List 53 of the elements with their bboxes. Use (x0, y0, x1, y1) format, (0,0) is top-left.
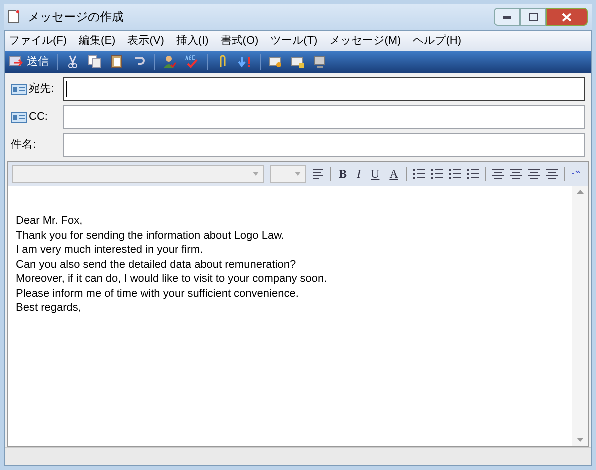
menu-item[interactable]: 書式(O) (220, 32, 259, 50)
body-line: Please inform me of time with your sufficient convenience. (16, 286, 300, 301)
body-line: Best regards, (16, 301, 82, 316)
field-label: 宛先: (29, 82, 54, 97)
minimize-icon (503, 16, 511, 18)
body-line: Can you also send the detailed data about remuneration? (16, 258, 298, 272)
scissors-icon[interactable] (66, 55, 80, 69)
menu-item[interactable]: ヘルプ(H) (413, 32, 462, 50)
close-icon (562, 12, 572, 22)
scroll-down-icon[interactable] (576, 438, 584, 442)
format-button[interactable]: I (355, 165, 364, 183)
align-center-icon[interactable] (510, 168, 522, 180)
scrollbar[interactable] (572, 186, 588, 446)
contact-card-icon[interactable] (11, 84, 27, 94)
close-button[interactable] (546, 8, 588, 26)
envelope-icon[interactable] (269, 55, 283, 69)
document-icon (8, 10, 20, 24)
bullet-list-icon[interactable] (431, 168, 444, 180)
contact-card-icon[interactable] (11, 112, 27, 122)
address-field[interactable] (63, 77, 585, 101)
body-line: Thank you for sending the information about Logo Law. (16, 228, 286, 243)
person-check-icon[interactable] (163, 55, 177, 69)
format-button[interactable]: U (369, 165, 382, 183)
menu-item[interactable]: ファイル(F) (9, 32, 68, 50)
spelling-check-icon[interactable] (185, 55, 199, 69)
send-icon (9, 56, 23, 68)
menu-item[interactable]: 挿入(I) (176, 32, 209, 50)
paragraph-style-icon[interactable] (312, 168, 324, 180)
maximize-icon (528, 13, 538, 21)
computer-icon[interactable] (313, 55, 327, 69)
field-label: 件名: (11, 138, 36, 153)
field-label: CC: (29, 110, 48, 125)
send-button[interactable]: 送信 (9, 54, 58, 70)
format-button[interactable]: B (337, 165, 350, 183)
body-line: Moreover, if it can do, I would like to visit to your company soon. (16, 272, 328, 286)
maximize-button[interactable] (520, 8, 546, 26)
address-field[interactable] (63, 133, 585, 157)
body-line: Dear Mr. Fox, (16, 214, 84, 228)
address-field[interactable] (63, 105, 585, 129)
menu-item[interactable]: ツール(T) (270, 32, 318, 50)
clipboard-icon[interactable] (110, 55, 124, 69)
caret-icon (253, 172, 259, 176)
caret-icon (295, 172, 301, 176)
menu-item[interactable]: 編集(E) (79, 32, 116, 50)
scroll-up-icon[interactable] (576, 190, 584, 194)
menu-item[interactable]: メッセージ(M) (330, 32, 402, 50)
body-line: I am very much interested in your firm. (16, 243, 204, 258)
format-button[interactable]: A (388, 165, 400, 183)
copy-icon[interactable] (88, 55, 102, 69)
menu-item[interactable]: 表示(V) (128, 32, 164, 50)
minimize-button[interactable] (494, 8, 520, 26)
window-title: メッセージの作成 (28, 9, 124, 26)
priority-icon[interactable] (238, 55, 252, 69)
